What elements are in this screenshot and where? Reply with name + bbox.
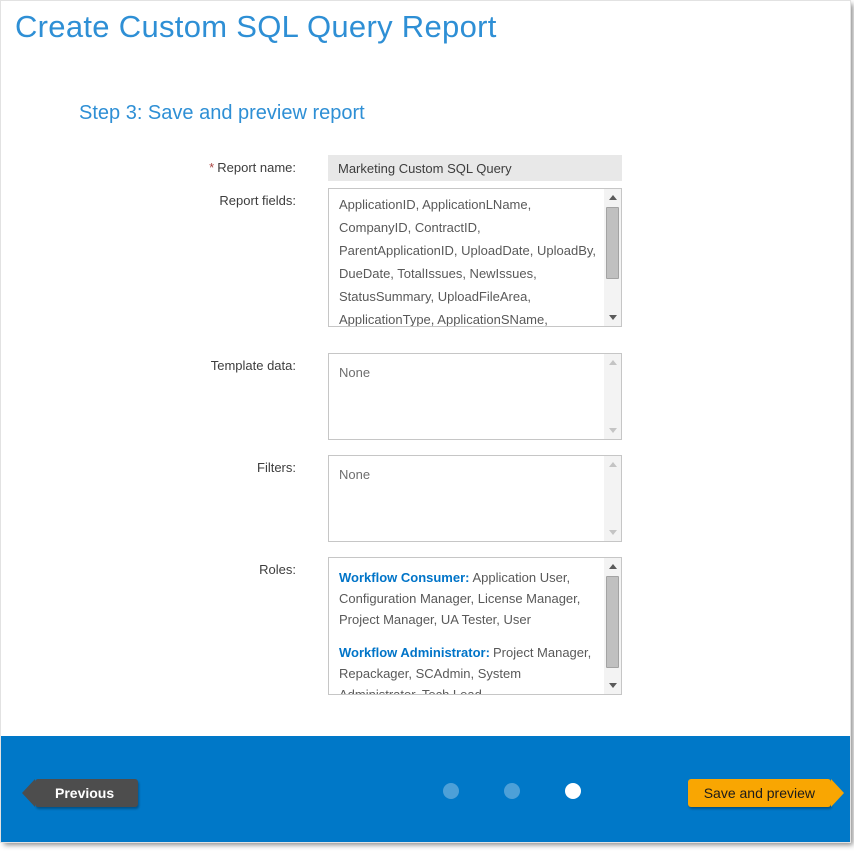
roles-text: Workflow ConsumerApplication User, Confi… <box>329 558 604 694</box>
report-name-input[interactable] <box>328 155 622 181</box>
scroll-down-icon[interactable] <box>604 309 621 326</box>
wizard-step-dot-1 <box>443 783 459 799</box>
template-data-label: Template data: <box>1 353 328 440</box>
filters-text: None <box>329 456 604 541</box>
scroll-down-icon <box>604 422 621 439</box>
scroll-down-icon[interactable] <box>604 677 621 694</box>
roles-box[interactable]: Workflow ConsumerApplication User, Confi… <box>328 557 622 695</box>
scrollbar-thumb[interactable] <box>606 576 619 668</box>
role-group: Workflow ConsumerApplication User, Confi… <box>339 567 598 630</box>
filters-box[interactable]: None <box>328 455 622 542</box>
report-fields-text: ApplicationID, ApplicationLName, Company… <box>329 189 604 326</box>
filters-scrollbar <box>604 456 621 541</box>
scrollbar-thumb[interactable] <box>606 207 619 279</box>
required-marker: * <box>209 160 214 175</box>
report-fields-box[interactable]: ApplicationID, ApplicationLName, Company… <box>328 188 622 327</box>
filters-label: Filters: <box>1 455 328 542</box>
previous-button[interactable]: Previous <box>35 779 138 807</box>
template-data-box[interactable]: None <box>328 353 622 440</box>
wizard-page: Create Custom SQL Query Report Step 3: S… <box>0 0 851 843</box>
filters-row: Filters: None <box>1 455 850 542</box>
scroll-up-icon <box>604 354 621 371</box>
scroll-up-icon[interactable] <box>604 558 621 575</box>
role-name: Workflow Administrator <box>339 645 490 660</box>
scroll-down-icon <box>604 524 621 541</box>
template-data-text: None <box>329 354 604 439</box>
template-data-scrollbar <box>604 354 621 439</box>
role-group: Workflow AdministratorProject Manager, R… <box>339 642 598 694</box>
step-heading: Step 3: Save and preview report <box>79 102 850 125</box>
report-name-label: *Report name: <box>1 155 328 181</box>
wizard-step-dot-3 <box>565 783 581 799</box>
report-fields-row: Report fields: ApplicationID, Applicatio… <box>1 188 850 327</box>
template-data-row: Template data: None <box>1 353 850 440</box>
roles-scrollbar[interactable] <box>604 558 621 694</box>
scroll-up-icon[interactable] <box>604 189 621 206</box>
save-and-preview-button[interactable]: Save and preview <box>688 779 831 807</box>
wizard-step-dot-2 <box>504 783 520 799</box>
page-title: Create Custom SQL Query Report <box>15 9 850 45</box>
report-fields-label: Report fields: <box>1 188 328 327</box>
role-name: Workflow Consumer <box>339 570 470 585</box>
wizard-footer-bar: Previous Save and preview <box>1 736 850 842</box>
scroll-up-icon <box>604 456 621 473</box>
report-name-row: *Report name: <box>1 155 850 181</box>
wizard-progress-dots <box>443 783 581 799</box>
roles-label: Roles: <box>1 557 328 695</box>
roles-row: Roles: Workflow ConsumerApplication User… <box>1 557 850 695</box>
report-fields-scrollbar[interactable] <box>604 189 621 326</box>
